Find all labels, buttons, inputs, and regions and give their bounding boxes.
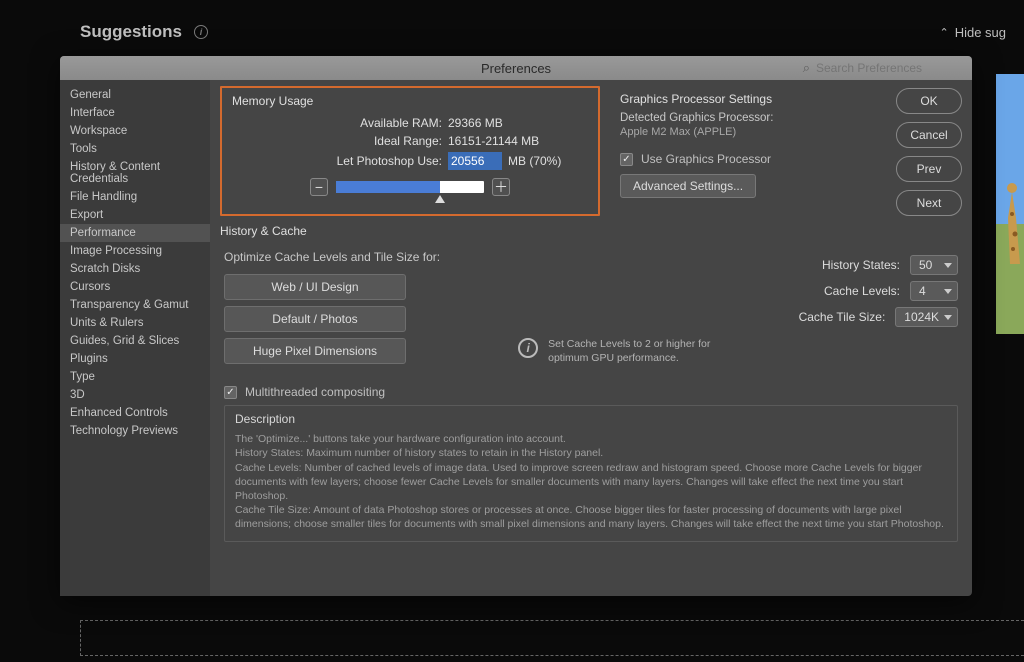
gpu-title: Graphics Processor Settings <box>620 92 876 106</box>
ideal-range-value: 16151-21144 MB <box>448 134 588 148</box>
use-gpu-checkbox[interactable] <box>620 153 633 166</box>
canvas-preview <box>996 74 1024 334</box>
cache-tile-size-select[interactable]: 1024K <box>895 307 958 327</box>
sidebar-item-interface[interactable]: Interface <box>60 104 210 122</box>
memory-amount-input[interactable] <box>448 152 502 170</box>
multithreaded-label: Multithreaded compositing <box>245 385 385 399</box>
multithreaded-checkbox[interactable] <box>224 386 237 399</box>
hide-suggestions-label: Hide sug <box>955 25 1006 40</box>
cache-tile-size-label: Cache Tile Size: <box>799 310 886 324</box>
preferences-main: Memory Usage Available RAM: 29366 MB Ide… <box>210 80 972 596</box>
sidebar-item-scratch-disks[interactable]: Scratch Disks <box>60 260 210 278</box>
memory-slider[interactable] <box>336 181 484 193</box>
cache-tip: Set Cache Levels to 2 or higher for opti… <box>548 338 718 365</box>
history-states-select[interactable]: 50 <box>910 255 958 275</box>
sidebar-item-plugins[interactable]: Plugins <box>60 350 210 368</box>
description-title: Description <box>235 412 947 426</box>
sidebar-item-file-handling[interactable]: File Handling <box>60 188 210 206</box>
sidebar-item-units-rulers[interactable]: Units & Rulers <box>60 314 210 332</box>
memory-usage-section: Memory Usage Available RAM: 29366 MB Ide… <box>220 86 600 216</box>
description-line1: The 'Optimize...' buttons take your hard… <box>235 432 947 446</box>
sidebar-item-transparency-gamut[interactable]: Transparency & Gamut <box>60 296 210 314</box>
cancel-button[interactable]: Cancel <box>896 122 962 148</box>
memory-slider-handle[interactable] <box>435 195 445 203</box>
detected-gpu-label: Detected Graphics Processor: <box>620 112 876 124</box>
advanced-settings-button[interactable]: Advanced Settings... <box>620 174 756 198</box>
sidebar-item-image-processing[interactable]: Image Processing <box>60 242 210 260</box>
dialog-header: Preferences ⌕ <box>60 56 972 80</box>
available-ram-label: Available RAM: <box>282 116 442 130</box>
description-line4: Cache Tile Size: Amount of data Photosho… <box>235 503 947 531</box>
sidebar-item-export[interactable]: Export <box>60 206 210 224</box>
suggestions-title: Suggestions i <box>80 22 208 42</box>
default-photos-button[interactable]: Default / Photos <box>224 306 406 332</box>
ideal-range-label: Ideal Range: <box>282 134 442 148</box>
next-button[interactable]: Next <box>896 190 962 216</box>
search-input[interactable] <box>816 61 960 75</box>
web-ui-design-button[interactable]: Web / UI Design <box>224 274 406 300</box>
sidebar-item-enhanced-controls[interactable]: Enhanced Controls <box>60 404 210 422</box>
memory-slider-fill <box>336 181 440 193</box>
let-photoshop-use-label: Let Photoshop Use: <box>282 154 442 168</box>
chevron-up-icon: ⌃ <box>939 26 948 39</box>
preferences-sidebar: GeneralInterfaceWorkspaceToolsHistory & … <box>60 80 210 596</box>
dialog-title: Preferences <box>481 61 551 76</box>
cache-levels-label: Cache Levels: <box>824 284 900 298</box>
description-box: Description The 'Optimize...' buttons ta… <box>224 405 958 542</box>
gpu-section: Graphics Processor Settings Detected Gra… <box>610 86 886 216</box>
sidebar-item-cursors[interactable]: Cursors <box>60 278 210 296</box>
giraffe-image <box>996 174 1024 294</box>
ok-button[interactable]: OK <box>896 88 962 114</box>
preferences-dialog: Preferences ⌕ GeneralInterfaceWorkspaceT… <box>60 56 972 596</box>
history-states-label: History States: <box>822 258 900 272</box>
sidebar-item-technology-previews[interactable]: Technology Previews <box>60 422 210 440</box>
use-gpu-label: Use Graphics Processor <box>641 152 771 166</box>
memory-increase-button[interactable]: ＋ <box>492 178 510 196</box>
history-cache-section: History & Cache Optimize Cache Levels an… <box>220 224 962 371</box>
sidebar-item-tools[interactable]: Tools <box>60 140 210 158</box>
dialog-buttons: OK Cancel Prev Next <box>896 86 962 216</box>
sidebar-item-performance[interactable]: Performance <box>60 224 210 242</box>
sidebar-item-guides-grid-slices[interactable]: Guides, Grid & Slices <box>60 332 210 350</box>
huge-pixel-button[interactable]: Huge Pixel Dimensions <box>224 338 406 364</box>
hide-suggestions-button[interactable]: ⌃ Hide sug <box>939 25 1006 40</box>
search-preferences[interactable]: ⌕ <box>803 60 960 76</box>
info-icon: i <box>518 338 538 358</box>
sidebar-item-history-content-credentials[interactable]: History & Content Credentials <box>60 158 210 188</box>
sidebar-item-general[interactable]: General <box>60 86 210 104</box>
history-cache-title: History & Cache <box>220 224 962 238</box>
sidebar-item-workspace[interactable]: Workspace <box>60 122 210 140</box>
prev-button[interactable]: Prev <box>896 156 962 182</box>
description-line3: Cache Levels: Number of cached levels of… <box>235 461 947 504</box>
search-icon: ⌕ <box>803 60 810 76</box>
memory-decrease-button[interactable]: − <box>310 178 328 196</box>
sidebar-item-type[interactable]: Type <box>60 368 210 386</box>
detected-gpu-name: Apple M2 Max (APPLE) <box>620 126 876 138</box>
available-ram-value: 29366 MB <box>448 116 588 130</box>
suggestions-label: Suggestions <box>80 22 182 42</box>
info-icon[interactable]: i <box>194 25 208 39</box>
sidebar-item-3d[interactable]: 3D <box>60 386 210 404</box>
selection-marquee <box>80 620 1024 656</box>
memory-usage-title: Memory Usage <box>232 94 588 108</box>
optimize-prompt: Optimize Cache Levels and Tile Size for: <box>224 250 440 264</box>
description-line2: History States: Maximum number of histor… <box>235 446 947 460</box>
memory-suffix: MB (70%) <box>508 154 561 168</box>
cache-levels-select[interactable]: 4 <box>910 281 958 301</box>
